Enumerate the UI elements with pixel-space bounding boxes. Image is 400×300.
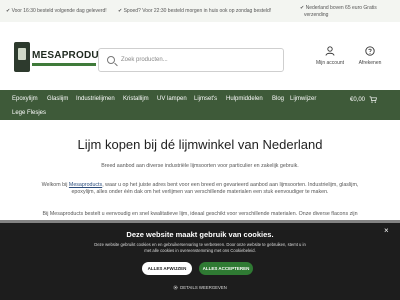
show-details-button[interactable]: DETAILS WEERGEVEN: [0, 285, 400, 290]
intro-text-line2: epoxylijm, alles onder één dak om het ve…: [71, 189, 329, 195]
nav-item-lege-flesjes[interactable]: Lege Flesjes: [12, 110, 46, 116]
search-input[interactable]: Zoek producten...: [98, 48, 284, 72]
page-title: Lijm kopen bij dé lijmwinkel van Nederla…: [77, 137, 323, 152]
nav-item-kristallijm[interactable]: Kristallijm: [123, 96, 149, 102]
cart-button[interactable]: €0,00: [350, 96, 377, 103]
checkout-label: Afrekenen: [358, 60, 382, 66]
nav-item-industrielijmen[interactable]: Industrielijmen: [76, 96, 115, 102]
search-icon: [107, 56, 115, 64]
nav-item-glaslijm[interactable]: Glaslijm: [47, 96, 68, 102]
show-details-label: DETAILS WEERGEVEN: [180, 285, 227, 290]
main-navigation: Epoxylijm Glaslijm Industrielijmen Krist…: [0, 90, 400, 120]
top-info-bar: ✔ Voor 16:30 besteld volgende dag geleve…: [0, 0, 400, 22]
checkout-button[interactable]: Afrekenen: [348, 46, 392, 72]
user-icon: [325, 46, 335, 56]
intro-paragraph: Welkom bij Mesaproducts, waar u op het j…: [20, 182, 380, 196]
cookie-text: Deze website gebruikt cookies en en gebr…: [94, 242, 306, 253]
info-paragraph: Bij Mesaproducts bestelt u eenvoudig en …: [42, 211, 358, 217]
cookie-title: Deze website maakt gebruik van cookies.: [126, 230, 274, 239]
cart-total: €0,00: [350, 97, 366, 104]
gear-icon: [173, 285, 178, 290]
free-shipping-note: ✔ Nederland boven 65 euro Gratis: [300, 5, 377, 11]
search-placeholder: Zoek producten...: [121, 57, 168, 63]
logo-tagline-bar: [32, 63, 96, 66]
help-circle-icon: [365, 46, 375, 56]
intro-subtitle: Breed aanbod aan diverse industriële lij…: [101, 163, 299, 169]
nav-item-epoxylijm[interactable]: Epoxylijm: [12, 96, 38, 102]
account-button[interactable]: Mijn account: [308, 46, 352, 72]
nav-item-hulpmiddelen[interactable]: Hulpmiddelen: [226, 96, 263, 102]
rush-delivery-note: ✔ Spoed? Voor 22:30 besteld morgen in hu…: [118, 8, 272, 14]
accept-all-button[interactable]: ALLES ACCEPTEREN: [199, 262, 253, 275]
intro-text-start: Welkom bij: [41, 182, 69, 188]
intro-text-end: , waar u op het juiste adres bent voor e…: [102, 182, 359, 188]
free-shipping-note-2: verzending: [304, 12, 329, 18]
nav-item-lijmsets[interactable]: Lijmset's: [194, 96, 217, 102]
site-logo[interactable]: MESAPRODUCTS: [14, 42, 119, 78]
mesaproducts-link[interactable]: Mesaproducts: [69, 182, 102, 188]
nav-item-uv-lampen[interactable]: UV lampen: [157, 96, 187, 102]
deny-all-button[interactable]: ALLES AFWIJZEN: [142, 262, 192, 275]
nav-item-blog[interactable]: Blog: [272, 96, 284, 102]
logo-emblem-icon: [14, 42, 30, 72]
nav-item-lijmwijzer[interactable]: Lijmwijzer: [290, 96, 316, 102]
account-label: Mijn account: [315, 60, 345, 66]
delivery-note: ✔ Voor 16:30 besteld volgende dag geleve…: [6, 8, 107, 14]
cart-icon: [369, 96, 377, 103]
cookie-banner: × Deze website maakt gebruik van cookies…: [0, 223, 400, 300]
